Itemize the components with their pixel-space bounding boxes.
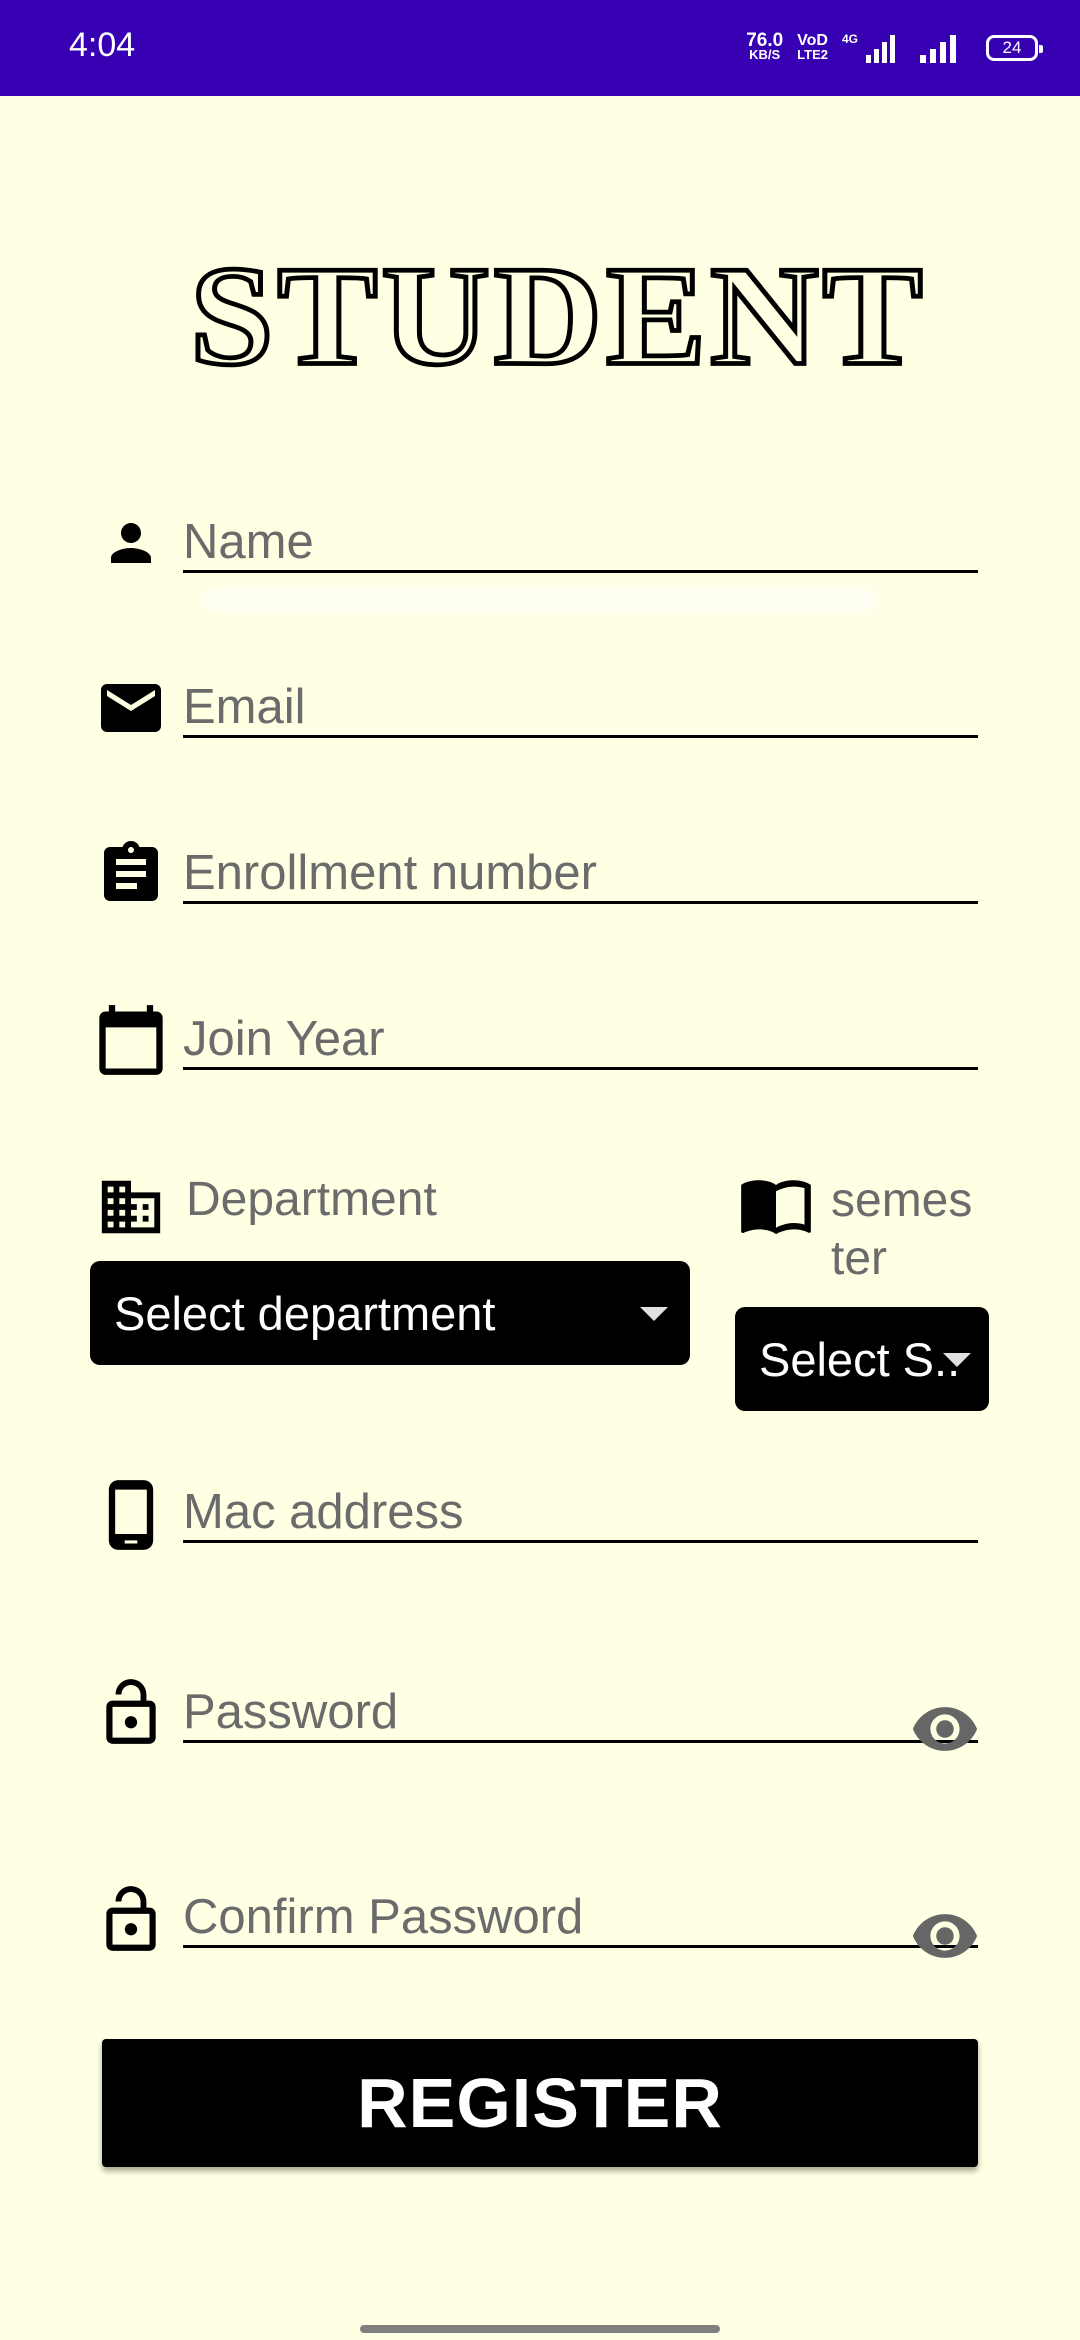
building-icon: [96, 1172, 166, 1242]
volte-icon: VoD LTE2: [797, 32, 828, 62]
phone-icon: [90, 1477, 172, 1553]
status-bar: 4:04 76.0 KB/S VoD LTE2 4G 24: [0, 0, 1080, 96]
eye-icon: [912, 1707, 978, 1751]
department-dropdown[interactable]: Select department: [90, 1261, 690, 1365]
net-speed: 76.0 KB/S: [746, 30, 784, 62]
password-field-row: [90, 1673, 980, 1763]
password-visibility-toggle[interactable]: [910, 1707, 980, 1751]
dropdown-arrow-icon: [943, 1353, 971, 1367]
name-field-row: [90, 505, 980, 585]
status-icons: 76.0 KB/S VoD LTE2 4G 24: [746, 28, 1043, 68]
join-year-input[interactable]: [183, 1010, 978, 1070]
email-field-row: [90, 670, 980, 750]
eye-icon: [912, 1914, 978, 1958]
status-time: 4:04: [69, 26, 136, 64]
name-input[interactable]: [183, 513, 978, 573]
confirm-password-input[interactable]: [183, 1888, 978, 1948]
lock-open-icon: [90, 1673, 172, 1753]
semester-dropdown[interactable]: Select S..: [735, 1307, 989, 1411]
lock-open-icon: [90, 1880, 172, 1960]
svg-text:4G: 4G: [842, 32, 858, 46]
book-icon: [736, 1166, 816, 1242]
mail-icon: [90, 678, 172, 738]
signal-4g-icon: 4G: [842, 32, 895, 63]
semester-selected: Select S..: [759, 1332, 961, 1386]
title-shadow: [200, 588, 880, 612]
dropdown-arrow-icon: [640, 1307, 668, 1321]
gesture-nav-handle[interactable]: [360, 2325, 720, 2333]
clipboard-icon: [90, 841, 172, 904]
enrollment-field-row: [90, 836, 980, 916]
department-selected: Select department: [114, 1286, 496, 1340]
join-year-field-row: [90, 1002, 980, 1082]
person-icon: [90, 513, 172, 573]
register-button[interactable]: REGISTER: [102, 2039, 978, 2167]
confirm-password-visibility-toggle[interactable]: [910, 1914, 980, 1958]
enrollment-input[interactable]: [183, 844, 978, 904]
battery-icon: 24: [986, 35, 1043, 61]
email-input[interactable]: [183, 678, 978, 738]
department-label: Department: [186, 1173, 437, 1226]
semester-label: semes ter: [831, 1174, 973, 1285]
mac-field-row: [90, 1475, 980, 1555]
signal-icon: [920, 35, 956, 63]
calendar-icon: [90, 1005, 172, 1075]
mac-address-input[interactable]: [183, 1483, 978, 1543]
page-title: STUDENT: [188, 237, 927, 395]
password-input[interactable]: [183, 1683, 978, 1743]
confirm-password-field-row: [90, 1880, 980, 1970]
